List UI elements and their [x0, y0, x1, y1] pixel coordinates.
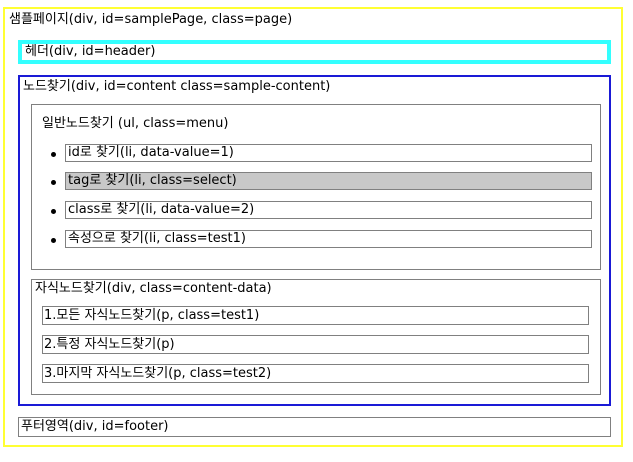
paragraph-test1: 1.모든 자식노드찾기(p, class=test1): [42, 306, 589, 325]
menu-item-attribute[interactable]: 속성으로 찾기(li, class=test1): [51, 230, 592, 250]
paragraph-test2: 3.마지막 자식노드찾기(p, class=test2): [42, 364, 589, 383]
footer-label: 푸터영역(div, id=footer): [21, 419, 169, 434]
menu-label: 일반노드찾기 (ul, class=menu): [42, 116, 229, 131]
sample-page: 샘플페이지(div, id=samplePage, class=page) 헤더…: [3, 7, 623, 447]
menu-item-id[interactable]: id로 찾기(li, data-value=1): [51, 144, 592, 164]
menu-item-box[interactable]: 속성으로 찾기(li, class=test1): [65, 230, 592, 248]
paragraph-label: 1.모든 자식노드찾기(p, class=test1): [44, 308, 260, 323]
paragraph-label: 2.특정 자식노드찾기(p): [44, 337, 175, 352]
header: 헤더(div, id=header): [18, 40, 611, 64]
bullet-icon: [51, 180, 56, 185]
footer: 푸터영역(div, id=footer): [18, 417, 611, 437]
page-label: 샘플페이지(div, id=samplePage, class=page): [9, 12, 293, 27]
menu-item-tag[interactable]: tag로 찾기(li, class=select): [51, 172, 592, 192]
paragraph-plain: 2.특정 자식노드찾기(p): [42, 335, 589, 354]
content-data-label: 자식노드찾기(div, class=content-data): [35, 281, 272, 296]
menu-item-box[interactable]: class로 찾기(li, data-value=2): [65, 201, 592, 219]
menu-item-label: id로 찾기(li, data-value=1): [68, 145, 234, 160]
content: 노드찾기(div, id=content class=sample-conten…: [18, 75, 611, 406]
menu-item-label: 속성으로 찾기(li, class=test1): [68, 231, 246, 246]
menu: 일반노드찾기 (ul, class=menu) id로 찾기(li, data-…: [31, 104, 601, 270]
menu-item-class[interactable]: class로 찾기(li, data-value=2): [51, 201, 592, 221]
menu-item-label: class로 찾기(li, data-value=2): [68, 202, 255, 217]
bullet-icon: [51, 238, 56, 243]
menu-item-label: tag로 찾기(li, class=select): [68, 173, 237, 188]
menu-item-box-selected[interactable]: tag로 찾기(li, class=select): [65, 172, 592, 190]
paragraph-label: 3.마지막 자식노드찾기(p, class=test2): [44, 366, 272, 381]
content-label: 노드찾기(div, id=content class=sample-conten…: [23, 79, 331, 94]
bullet-icon: [51, 152, 56, 157]
content-data: 자식노드찾기(div, class=content-data) 1.모든 자식노…: [31, 279, 601, 395]
header-label: 헤더(div, id=header): [25, 44, 156, 59]
bullet-icon: [51, 209, 56, 214]
menu-item-box[interactable]: id로 찾기(li, data-value=1): [65, 144, 592, 162]
